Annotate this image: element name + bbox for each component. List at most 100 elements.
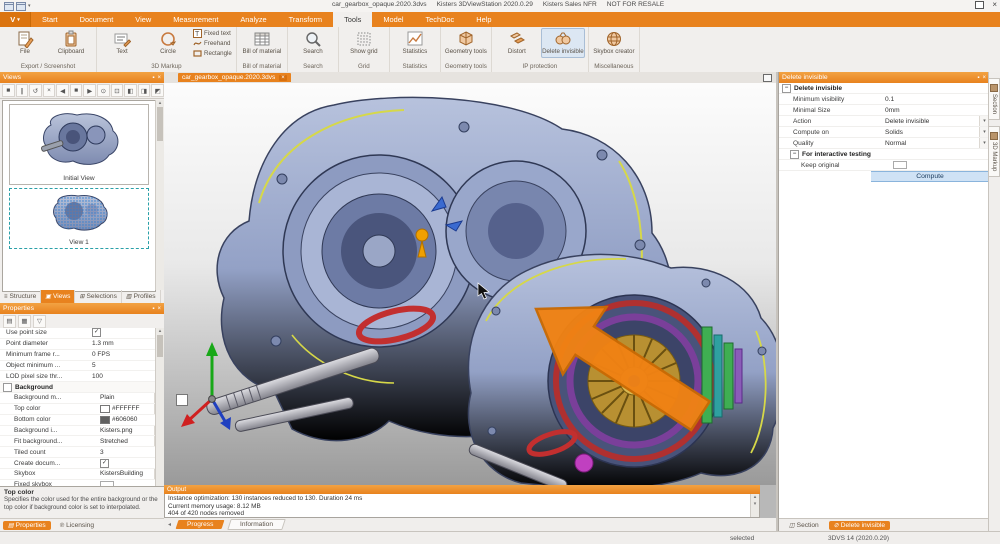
- geometry-tools-button[interactable]: Geometry tools: [444, 28, 488, 58]
- collapse-icon[interactable]: [3, 383, 12, 392]
- collapsed-tab-section[interactable]: Section: [989, 78, 1000, 120]
- bill-of-material-button[interactable]: Bill of material: [240, 28, 284, 58]
- create-view-icon[interactable]: ⊙: [97, 84, 110, 97]
- export-view-icon[interactable]: ◨: [138, 84, 151, 97]
- tab-views[interactable]: ▣Views: [41, 290, 75, 303]
- chevron-down-icon[interactable]: ▾: [28, 3, 31, 9]
- color-swatch-white[interactable]: [100, 405, 110, 413]
- tab-information[interactable]: Information: [228, 519, 287, 530]
- scroll-left-icon[interactable]: ◂: [168, 521, 171, 528]
- scrollbar-thumb[interactable]: [157, 335, 163, 357]
- view-thumbnail-1[interactable]: View 1: [9, 188, 149, 249]
- pin-icon[interactable]: ▪: [152, 75, 154, 81]
- delete-view-icon[interactable]: ×: [43, 84, 56, 97]
- 3d-viewport[interactable]: [164, 83, 776, 485]
- previous-view-icon[interactable]: ◀: [56, 84, 69, 97]
- tab-properties[interactable]: ▤Properties: [3, 521, 51, 530]
- tab-tools[interactable]: Tools: [333, 12, 372, 27]
- categorize-icon[interactable]: ▤: [3, 315, 16, 328]
- tab-progress[interactable]: Progress: [176, 520, 225, 529]
- viewport-checkbox[interactable]: [176, 394, 188, 406]
- collapse-icon[interactable]: −: [790, 150, 799, 159]
- close-icon[interactable]: ×: [982, 75, 986, 81]
- tab-analyze[interactable]: Analyze: [229, 12, 277, 27]
- collapsed-tab-3d-markup[interactable]: 3D Markup: [989, 126, 1000, 177]
- keep-original-input[interactable]: [893, 161, 907, 169]
- skybox-creator-button[interactable]: Skybox creator: [592, 28, 636, 58]
- scrollbar-thumb[interactable]: [157, 107, 163, 141]
- properties-scrollbar[interactable]: ▴: [155, 328, 164, 486]
- markup-text-button[interactable]: Text: [100, 28, 144, 58]
- close-icon[interactable]: ×: [157, 306, 161, 312]
- file-export-button[interactable]: File: [3, 28, 47, 58]
- tab-licensing[interactable]: ℗Licensing: [55, 521, 99, 530]
- update-view-icon[interactable]: ⊡: [111, 84, 124, 97]
- view-option-icon[interactable]: ◧: [124, 84, 137, 97]
- show-grid-button[interactable]: Show grid: [342, 28, 386, 58]
- properties-grid: Use point size ✓ Point diameter 1.3 mm M…: [0, 328, 164, 486]
- filter-icon[interactable]: ▽: [33, 315, 46, 328]
- distort-button[interactable]: Distort: [495, 28, 539, 58]
- property-group-background[interactable]: Background: [0, 382, 164, 393]
- markup-rectangle-button[interactable]: Rectangle: [192, 49, 233, 58]
- app-menu-button[interactable]: V ▾: [0, 12, 31, 27]
- group-for-interactive-testing[interactable]: − For interactive testing: [779, 149, 989, 160]
- tab-start[interactable]: Start: [31, 12, 69, 27]
- tab-transform[interactable]: Transform: [278, 12, 333, 27]
- output-panel-header[interactable]: Output: [164, 485, 760, 494]
- group-delete-invisible[interactable]: − Delete invisible: [779, 83, 989, 94]
- tab-measurement[interactable]: Measurement: [162, 12, 229, 27]
- properties-panel-title: Properties: [3, 305, 149, 312]
- markup-freehand-button[interactable]: Freehand: [192, 39, 233, 48]
- tab-model[interactable]: Model: [372, 12, 414, 27]
- pause-icon[interactable]: ∥: [16, 84, 29, 97]
- color-swatch-dark[interactable]: [100, 416, 110, 424]
- property-description: Top color Specifies the color used for t…: [0, 486, 164, 518]
- stop-playback-icon[interactable]: ■: [70, 84, 83, 97]
- view-thumbnail-initial[interactable]: Initial View: [9, 104, 149, 185]
- output-scrollbar[interactable]: ▴ ▾: [750, 494, 759, 517]
- document-tab[interactable]: car_gearbox_opaque.2020.3dvs ×: [178, 73, 291, 82]
- import-view-icon[interactable]: ◩: [151, 84, 164, 97]
- views-scrollbar[interactable]: ▴: [155, 100, 164, 290]
- markup-fixed-text-button[interactable]: T Fixed text: [192, 29, 233, 38]
- compute-button[interactable]: Compute: [871, 171, 989, 182]
- scroll-up-icon[interactable]: ▴: [159, 328, 162, 334]
- clipboard-export-button[interactable]: Clipboard: [49, 28, 93, 58]
- section-icon: ◫: [789, 522, 795, 529]
- tab-view[interactable]: View: [124, 12, 162, 27]
- markup-circle-button[interactable]: Circle: [146, 28, 190, 58]
- window-icon-2[interactable]: [16, 2, 26, 11]
- tab-profiles[interactable]: ▥Profiles: [122, 290, 161, 303]
- sort-icon[interactable]: ▦: [18, 315, 31, 328]
- stop-icon[interactable]: ■: [2, 84, 15, 97]
- tab-document[interactable]: Document: [69, 12, 125, 27]
- restore-window-icon[interactable]: [975, 1, 984, 9]
- scroll-down-icon[interactable]: ▾: [751, 501, 759, 508]
- tab-selections[interactable]: ⊞Selections: [75, 290, 121, 303]
- restore-view-icon[interactable]: [763, 74, 772, 82]
- pin-icon[interactable]: ▪: [152, 306, 154, 312]
- tab-techdoc[interactable]: TechDoc: [414, 12, 465, 27]
- scroll-up-icon[interactable]: ▴: [159, 100, 162, 106]
- tab-structure[interactable]: ≡Structure: [0, 290, 41, 303]
- checkbox-checked[interactable]: ✓: [100, 459, 109, 468]
- delete-invisible-button[interactable]: Delete invisible: [541, 28, 585, 58]
- tab-section[interactable]: ◫Section: [784, 521, 824, 530]
- close-icon[interactable]: ×: [157, 75, 161, 81]
- property-row-object-minimum: Object minimum ... 5: [0, 361, 164, 372]
- scroll-up-icon[interactable]: ▴: [751, 494, 759, 501]
- play-icon[interactable]: ▶: [83, 84, 96, 97]
- tab-delete-invisible[interactable]: ⊘Delete invisible: [829, 521, 890, 530]
- close-document-icon[interactable]: ×: [279, 75, 287, 81]
- tab-help[interactable]: Help: [465, 12, 502, 27]
- delete-invisible-icon: ⊘: [834, 522, 839, 529]
- checkbox-checked[interactable]: ✓: [92, 328, 101, 337]
- window-icon[interactable]: [4, 2, 14, 11]
- search-button[interactable]: Search: [291, 28, 335, 58]
- pin-icon[interactable]: ▪: [977, 75, 979, 81]
- close-window-icon[interactable]: ×: [992, 2, 997, 8]
- refresh-icon[interactable]: ↺: [29, 84, 42, 97]
- collapse-icon[interactable]: −: [782, 84, 791, 93]
- statistics-button[interactable]: Statistics: [393, 28, 437, 58]
